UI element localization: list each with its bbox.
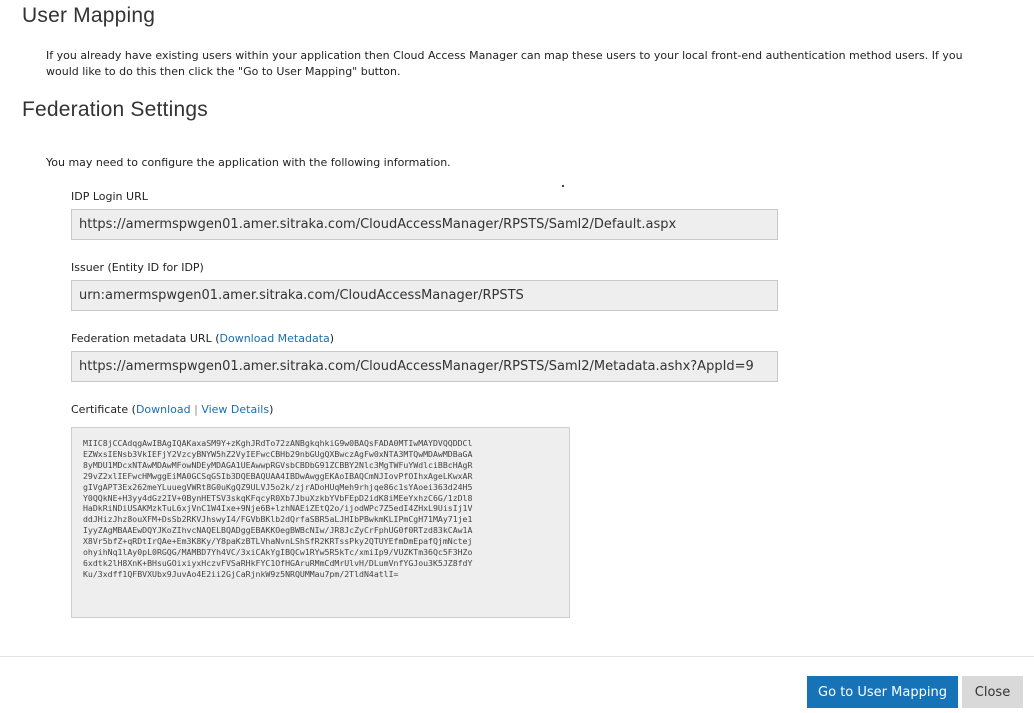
- federation-intro: You may need to configure the applicatio…: [46, 156, 451, 169]
- cert-line: X8Vr5bfZ+qRDtIrQAe+Em3K8Ky/Y8paKzBTLVhaN…: [83, 536, 473, 547]
- close-button[interactable]: Close: [962, 676, 1023, 708]
- idp-login-url-field[interactable]: https://amermspwgen01.amer.sitraka.com/C…: [71, 209, 778, 240]
- certificate-label-suffix: ): [269, 403, 274, 416]
- cert-line: 8yMDU1MDcxNTAwMDAwMFowNDEyMDAGA1UEAwwpRG…: [83, 459, 473, 470]
- download-certificate-link[interactable]: Download: [136, 403, 191, 416]
- user-mapping-heading: User Mapping: [22, 4, 156, 27]
- cert-line: ohyihNq1lAy0pL0RGQG/MAMBD7Yh4VC/3xiCAkYg…: [83, 547, 473, 558]
- cert-line: gIVgAPT3Ex262meYLuuegVWRt8G0uKgQZ9ULVJ5o…: [83, 481, 473, 492]
- metadata-url-label: Federation metadata URL (Download Metada…: [71, 332, 334, 345]
- idp-login-url-label: IDP Login URL: [71, 190, 148, 203]
- cert-line: 6xdtk2lH8XnK+BHsuGOixiyxHczvFVSaRHkFYC1O…: [83, 557, 473, 568]
- certificate-text-box[interactable]: MIIC8jCCAdqgAwIBAgIQAKaxaSM9Y+zKghJRdTo7…: [71, 427, 570, 618]
- cert-line: Y0QQkNE+H3yy4dGz2IV+0BynHETSV3skqKFqcyR0…: [83, 492, 473, 503]
- metadata-url-field[interactable]: https://amermspwgen01.amer.sitraka.com/C…: [71, 351, 778, 382]
- certificate-label-prefix: Certificate (: [71, 403, 136, 416]
- cert-line: EZWxsIENsb3VkIEFjY2VzcyBNYW5hZ2VyIEFwcCB…: [83, 448, 473, 459]
- cert-line: ddJHizJhz8ouXFM+DsSb2RKVJhswyI4/FGVbBKlb…: [83, 514, 473, 525]
- go-to-user-mapping-button[interactable]: Go to User Mapping: [807, 676, 958, 708]
- cert-line: HaDkRiNDiUSAKMzkTuL6xjVnC1W4Ixe+9Nje6B+l…: [83, 503, 473, 514]
- cert-line: IyyZAgMBAAEwDQYJKoZIhvcNAQELBQADggEBAKKO…: [83, 525, 473, 536]
- federation-settings-heading: Federation Settings: [22, 98, 208, 121]
- cert-line: Ku/3xdff1QFBVXUbx9JuvAo4E2ii2GjCaRjnkW9z…: [83, 568, 399, 579]
- issuer-label: Issuer (Entity ID for IDP): [71, 261, 204, 274]
- link-separator: |: [190, 403, 202, 416]
- metadata-label-prefix: Federation metadata URL (: [71, 332, 220, 345]
- stray-dot: [562, 185, 564, 187]
- certificate-label: Certificate (Download | View Details): [71, 403, 273, 416]
- metadata-label-suffix: ): [329, 332, 335, 345]
- cert-line: MIIC8jCCAdqgAwIBAgIQAKaxaSM9Y+zKghJRdTo7…: [83, 438, 473, 448]
- issuer-field[interactable]: urn:amermspwgen01.amer.sitraka.com/Cloud…: [71, 280, 778, 311]
- user-mapping-description: If you already have existing users withi…: [46, 49, 963, 78]
- view-details-link[interactable]: View Details: [201, 403, 269, 416]
- footer-divider: [0, 656, 1034, 657]
- download-metadata-link[interactable]: Download Metadata: [220, 332, 330, 345]
- cert-line: 29vZ2xlIEFwcHMwggEiMA0GCSqGSIb3DQEBAQUAA…: [83, 470, 473, 481]
